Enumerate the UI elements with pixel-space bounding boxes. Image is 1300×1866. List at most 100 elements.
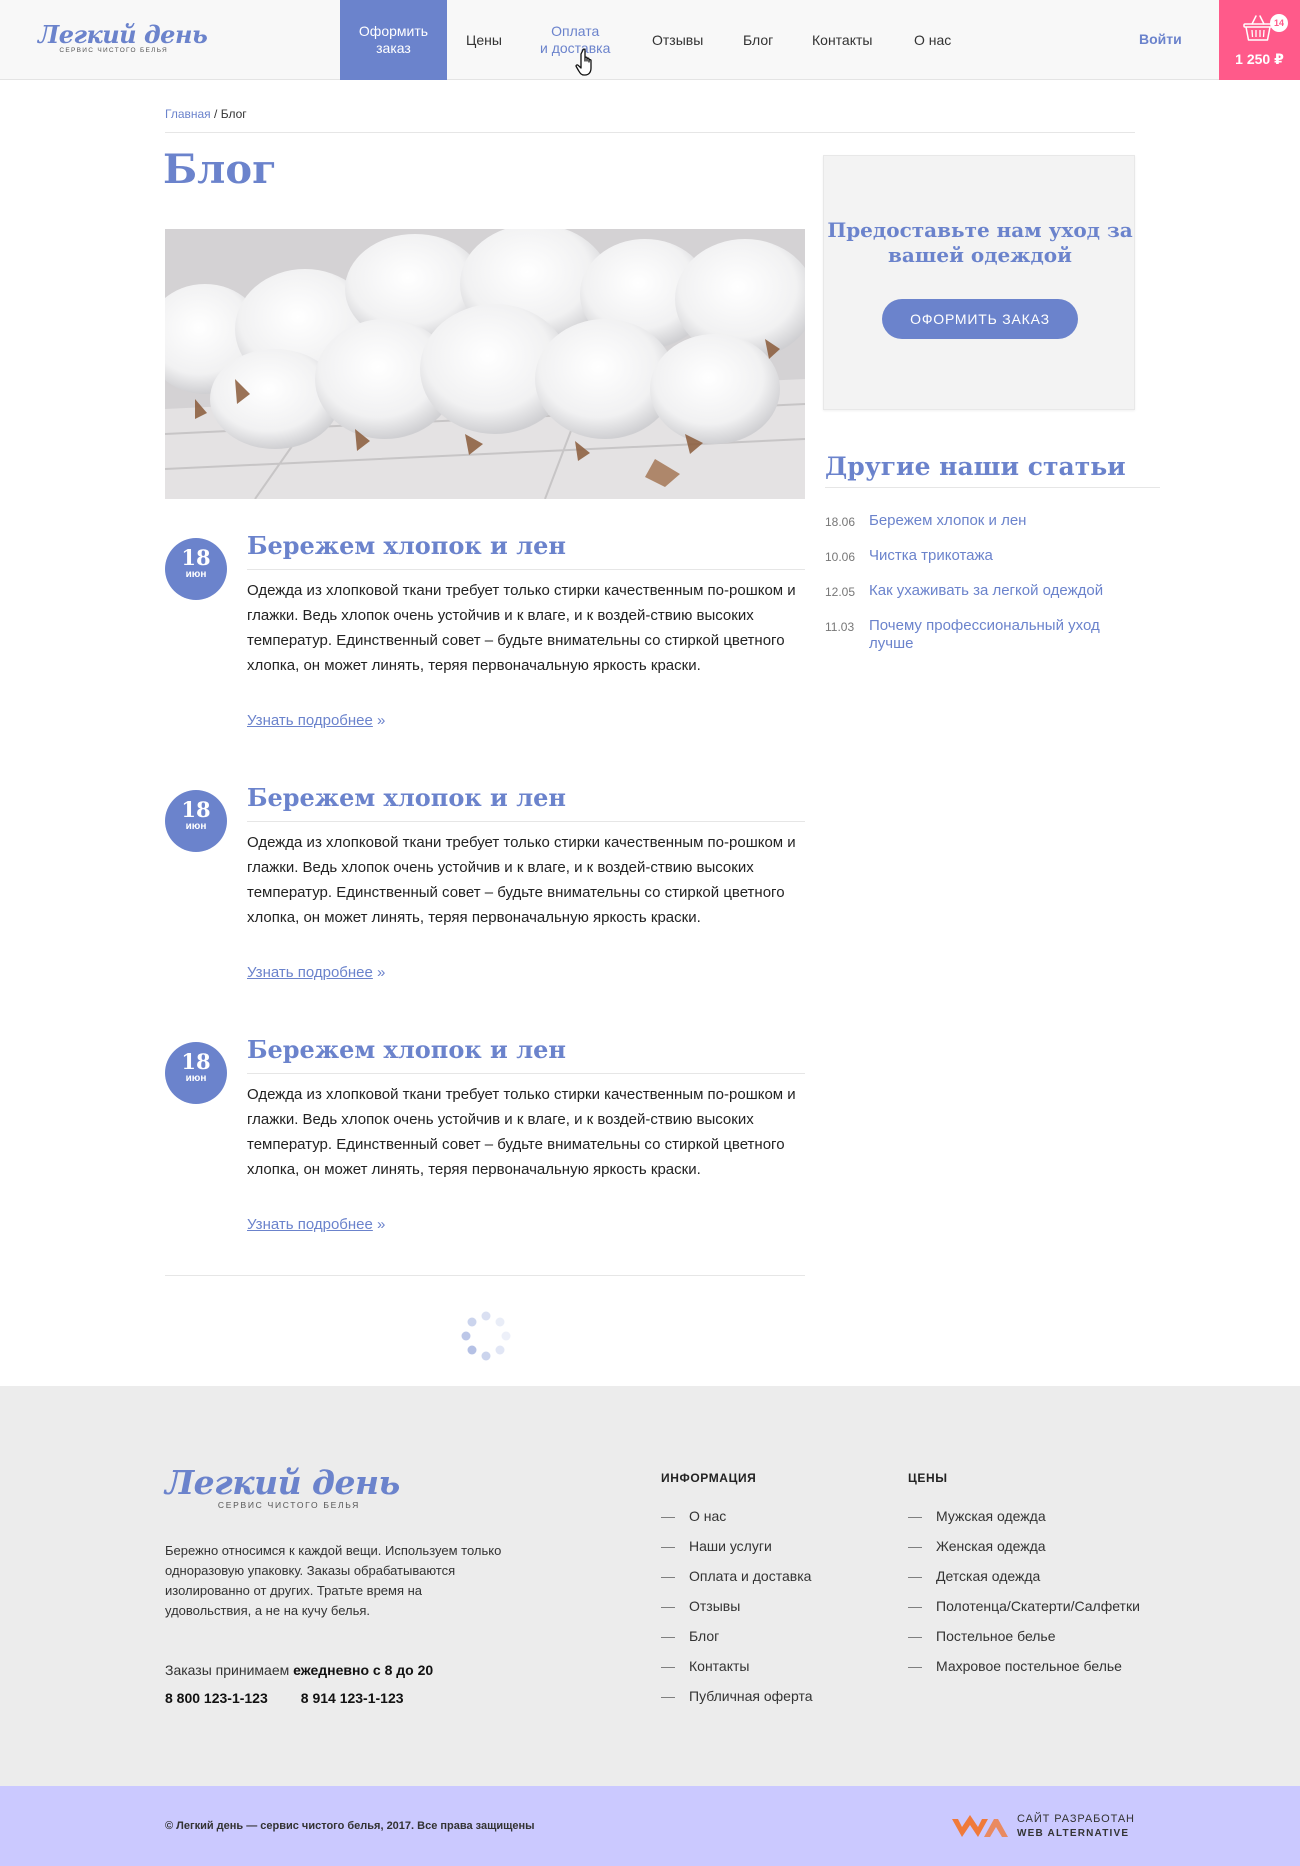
developer-credit-line1: САЙТ РАЗРАБОТАН <box>1017 1813 1135 1825</box>
footer-info-column: Информация О нас Наши услуги Оплата и до… <box>661 1471 813 1717</box>
post-title[interactable]: Бережем хлопок и лен <box>247 1030 805 1074</box>
article-link[interactable]: Чистка трикотажа <box>869 547 993 565</box>
logo-title: Легкий день <box>38 20 208 49</box>
site-header: Легкий день сервис чистого белья Оформит… <box>0 0 1300 80</box>
post-text: Одежда из хлопковой ткани требует только… <box>247 834 796 926</box>
post-title[interactable]: Бережем хлопок и лен <box>247 526 805 570</box>
footer-link[interactable]: Махровое постельное белье <box>908 1657 1140 1675</box>
site-logo[interactable]: Легкий день сервис чистого белья <box>38 20 208 62</box>
list-item: 10.06 Чистка трикотажа <box>825 547 1160 565</box>
footer-link[interactable]: Блог <box>661 1627 813 1645</box>
other-articles-title: Другие наши статьи <box>825 452 1160 488</box>
nav-item-blog[interactable]: Блог <box>743 0 773 80</box>
article-link[interactable]: Как ухаживать за легкой одеждой <box>869 582 1103 600</box>
breadcrumb-home-link[interactable]: Главная <box>165 107 211 121</box>
breadcrumb-current: Блог <box>220 107 247 121</box>
list-item: 12.05 Как ухаживать за легкой одеждой <box>825 582 1160 600</box>
article-date: 18.06 <box>825 515 856 529</box>
post-read-more-label: Узнать подробнее <box>247 1216 373 1233</box>
footer-bottom-bar: © Легкий день — сервис чистого белья, 20… <box>0 1786 1300 1866</box>
footer-phones: 8 800 123-1-123 8 914 123-1-123 <box>165 1690 404 1706</box>
cotton-photo-illustration <box>165 229 805 499</box>
footer-hours-bold: ежедневно с 8 до 20 <box>293 1662 434 1678</box>
breadcrumb: Главная / Блог <box>165 107 247 121</box>
cart-count-badge: 14 <box>1270 14 1288 32</box>
cart-button[interactable]: 14 1 250 ₽ <box>1219 0 1300 80</box>
footer-link[interactable]: Отзывы <box>661 1597 813 1615</box>
other-articles-list: 18.06 Бережем хлопок и лен 10.06 Чистка … <box>825 512 1160 670</box>
footer-link[interactable]: Наши услуги <box>661 1537 813 1555</box>
article-link[interactable]: Почему профессиональный уход лучше <box>869 617 1129 653</box>
nav-item-about[interactable]: О нас <box>914 0 951 80</box>
footer-prices-title: Цены <box>908 1471 948 1485</box>
hand-cursor-icon <box>575 48 592 76</box>
footer-logo[interactable]: Легкий день сервис чистого белья <box>165 1463 400 1516</box>
nav-order-label-line2: заказ <box>376 40 411 56</box>
footer-phone-2[interactable]: 8 914 123-1-123 <box>301 1690 404 1706</box>
developer-credit-line2: WEB ALTERNATIVE <box>1017 1828 1130 1839</box>
cta-order-button[interactable]: Оформить заказ <box>882 299 1078 339</box>
post-date-month: июн <box>185 821 207 832</box>
web-alternative-logo-icon[interactable] <box>950 1811 1010 1841</box>
blog-post-card: 18 июн Бережем хлопок и лен Одежда из хл… <box>165 778 805 1008</box>
post-date-month: июн <box>185 1073 207 1084</box>
post-read-more-link[interactable]: Узнать подробнее » <box>247 964 385 981</box>
blog-post-card: 18 июн Бережем хлопок и лен Одежда из хл… <box>165 1030 805 1260</box>
basket-icon <box>1243 15 1273 41</box>
footer-prices-column: Цены Мужская одежда Женская одежда Детск… <box>908 1471 1140 1687</box>
post-text: Одежда из хлопковой ткани требует только… <box>247 1086 796 1178</box>
post-text: Одежда из хлопковой ткани требует только… <box>247 582 796 674</box>
footer-link[interactable]: Мужская одежда <box>908 1507 1140 1525</box>
footer-link[interactable]: Женская одежда <box>908 1537 1140 1555</box>
blog-post-card: 18 июн Бережем хлопок и лен Одежда из хл… <box>165 526 805 756</box>
footer-about-text: Бережно относимся к каждой вещи. Использ… <box>165 1543 502 1618</box>
post-read-more-link[interactable]: Узнать подробнее » <box>247 1216 385 1233</box>
footer-link[interactable]: Публичная оферта <box>661 1687 813 1705</box>
post-date-day: 18 <box>181 545 211 570</box>
post-title[interactable]: Бережем хлопок и лен <box>247 778 805 822</box>
post-date-day: 18 <box>181 1049 211 1074</box>
page-title: Блог <box>163 146 277 193</box>
post-date-month: июн <box>185 569 207 580</box>
footer-link[interactable]: Детская одежда <box>908 1567 1140 1585</box>
cta-text: Предоставьте нам уход за вашей одеждой <box>827 218 1133 267</box>
post-date-day: 18 <box>181 797 211 822</box>
post-date-badge: 18 июн <box>165 790 227 852</box>
blog-hero-image <box>165 229 805 499</box>
article-date: 11.03 <box>825 620 855 634</box>
footer-link[interactable]: Оплата и доставка <box>661 1567 813 1585</box>
footer-link[interactable]: Контакты <box>661 1657 813 1675</box>
login-link[interactable]: Войти <box>1139 31 1182 47</box>
footer-link[interactable]: Полотенца/Скатерти/Салфетки <box>908 1597 1140 1615</box>
post-read-more-arrow: » <box>372 712 386 729</box>
post-read-more-arrow: » <box>372 1216 386 1233</box>
nav-item-reviews[interactable]: Отзывы <box>652 0 703 80</box>
post-read-more-link[interactable]: Узнать подробнее » <box>247 712 385 729</box>
list-item: 11.03 Почему профессиональный уход лучше <box>825 617 1160 653</box>
list-item: 18.06 Бережем хлопок и лен <box>825 512 1160 530</box>
post-read-more-arrow: » <box>372 964 386 981</box>
nav-payment-line1: Оплата <box>551 23 600 39</box>
post-date-badge: 18 июн <box>165 538 227 600</box>
site-footer: Легкий день сервис чистого белья Бережно… <box>0 1386 1300 1786</box>
nav-item-contacts[interactable]: Контакты <box>812 0 872 80</box>
footer-link[interactable]: Постельное белье <box>908 1627 1140 1645</box>
article-link[interactable]: Бережем хлопок и лен <box>869 512 1026 530</box>
footer-hours-prefix: Заказы принимаем <box>165 1662 294 1678</box>
copyright-text: © Легкий день — сервис чистого белья, 20… <box>165 1820 535 1832</box>
breadcrumb-divider <box>165 132 1135 133</box>
footer-phone-1[interactable]: 8 800 123-1-123 <box>165 1690 268 1706</box>
developer-credit[interactable]: САЙТ РАЗРАБОТАН WEB ALTERNATIVE <box>1017 1812 1135 1841</box>
post-read-more-label: Узнать подробнее <box>247 964 373 981</box>
nav-item-prices[interactable]: Цены <box>466 0 502 80</box>
post-date-badge: 18 июн <box>165 1042 227 1104</box>
nav-order-button[interactable]: Оформить заказ <box>340 0 447 80</box>
footer-logo-title: Легкий день <box>165 1463 400 1502</box>
breadcrumb-separator: / <box>210 107 221 121</box>
cart-sum: 1 250 ₽ <box>1235 51 1284 67</box>
footer-info-title: Информация <box>661 1471 757 1485</box>
article-date: 10.06 <box>825 550 856 564</box>
footer-hours: Заказы принимаем ежедневно с 8 до 20 <box>165 1662 433 1678</box>
nav-order-label-line1: Оформить <box>358 23 429 39</box>
footer-link[interactable]: О нас <box>661 1507 813 1525</box>
